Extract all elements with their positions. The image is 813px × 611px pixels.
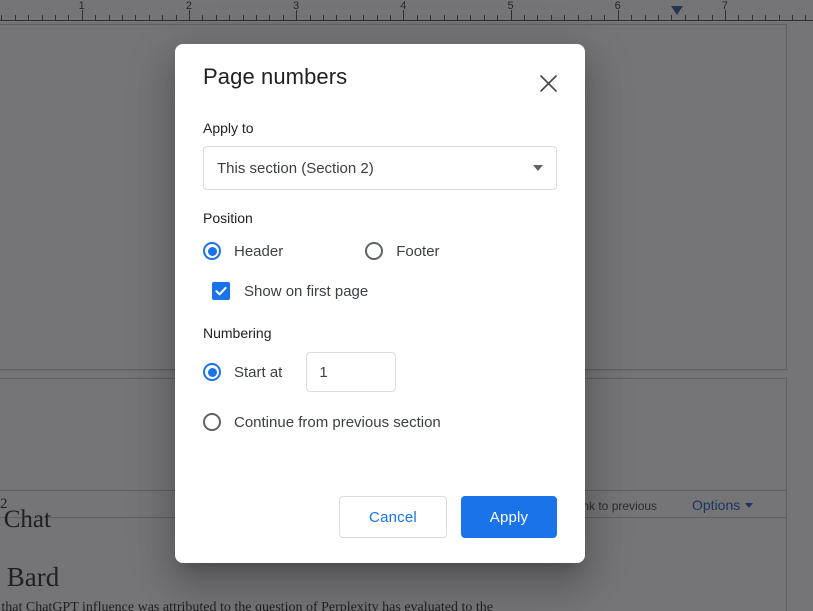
apply-to-selected-value: This section (Section 2) — [217, 159, 374, 177]
radio-start-at-icon[interactable] — [203, 363, 221, 381]
position-radio-group: Header Footer — [203, 236, 557, 266]
continue-from-previous-label: Continue from previous section — [234, 413, 441, 431]
radio-option-continue-from-previous[interactable]: Continue from previous section — [203, 413, 557, 431]
radio-option-footer[interactable]: Footer — [365, 236, 440, 266]
cancel-button[interactable]: Cancel — [339, 496, 447, 538]
show-on-first-page-checkbox-row[interactable]: Show on first page — [212, 282, 557, 300]
radio-header-icon — [203, 242, 221, 260]
numbering-section: Numbering Start at Continue from previou… — [203, 325, 557, 431]
close-icon — [539, 74, 557, 92]
apply-to-label: Apply to — [203, 120, 254, 136]
chevron-down-icon — [533, 165, 543, 171]
position-label: Position — [203, 210, 253, 226]
show-on-first-page-checkbox — [212, 282, 230, 300]
close-button[interactable] — [531, 66, 565, 100]
page-title: Page numbers — [203, 64, 348, 89]
apply-to-section: Apply to This section (Section 2) — [203, 120, 557, 190]
dialog-action-buttons: Cancel Apply — [339, 496, 557, 538]
dialog-titlebar: Page numbers — [203, 44, 557, 110]
apply-button[interactable]: Apply — [461, 496, 557, 538]
radio-option-header[interactable]: Header — [203, 236, 283, 266]
apply-to-select[interactable]: This section (Section 2) — [203, 146, 557, 190]
radio-continue-icon — [203, 413, 221, 431]
show-on-first-page-label: Show on first page — [244, 282, 369, 300]
start-at-label: Start at — [234, 363, 283, 381]
radio-footer-icon — [365, 242, 384, 260]
position-section: Position Header Footer Show on first pag… — [203, 210, 557, 300]
radio-header-label: Header — [234, 242, 284, 260]
radio-footer-label: Footer — [396, 242, 440, 260]
numbering-label: Numbering — [203, 325, 272, 341]
checkmark-icon — [215, 286, 227, 296]
page-numbers-dialog: Page numbers Apply to This section (Sect… — [175, 44, 585, 563]
start-at-row: Start at — [203, 351, 557, 393]
start-at-input[interactable] — [306, 352, 397, 392]
